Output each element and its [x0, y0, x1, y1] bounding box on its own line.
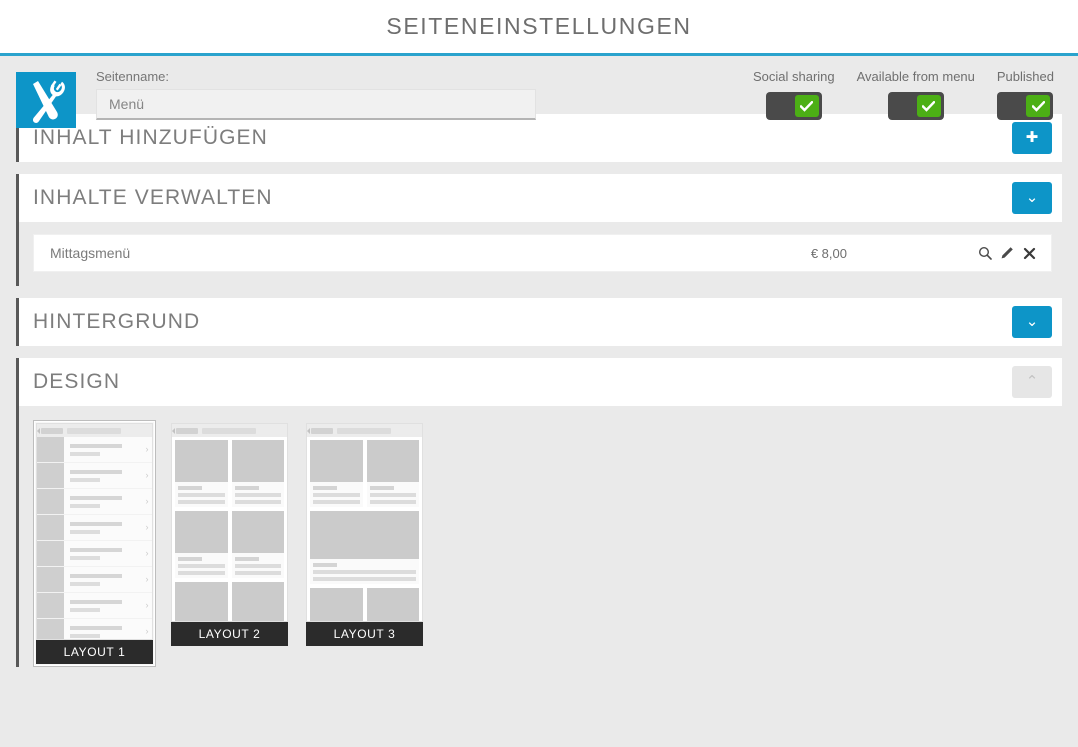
check-icon [916, 95, 941, 117]
content-item-actions [977, 245, 1037, 261]
section-background: HINTERGRUND ⌄ [16, 298, 1062, 346]
layout-thumbnail-list: › › › › › › › › LAYOUT 1 LAYOUT 2 LAYOUT… [19, 406, 1062, 667]
switch-available-from-menu[interactable] [887, 92, 944, 120]
layout-3-label: LAYOUT 3 [306, 622, 423, 646]
list-item: › [37, 567, 152, 593]
list-item: › [37, 489, 152, 515]
preview-icon[interactable] [977, 245, 993, 261]
chevron-right-icon: › [145, 626, 149, 636]
chevron-right-icon: › [145, 548, 149, 558]
knife-fork-icon [16, 72, 76, 128]
add-content-button[interactable]: ✚ [1012, 122, 1052, 154]
back-arrow-icon [307, 427, 333, 434]
list-item: › [37, 463, 152, 489]
page-name-label: Seitenname: [96, 69, 169, 84]
section-header-design[interactable]: DESIGN ⌃ [19, 358, 1062, 406]
edit-icon[interactable] [999, 245, 1015, 261]
chevron-right-icon: › [145, 444, 149, 454]
layout-option-3[interactable]: LAYOUT 3 [303, 420, 426, 667]
mini-title-placeholder [337, 427, 391, 434]
toggle-published: Published [997, 70, 1054, 120]
section-header-background[interactable]: HINTERGRUND ⌄ [19, 298, 1062, 346]
check-icon [1026, 95, 1051, 117]
toggle-label-available-from-menu: Available from menu [856, 69, 975, 84]
list-item: › [37, 515, 152, 541]
toggle-available-from-menu: Available from menu [857, 70, 975, 120]
back-arrow-icon [37, 427, 63, 434]
section-manage-content: INHALTE VERWALTEN ⌄ Mittagsmenü € 8,00 [16, 174, 1062, 286]
list-item: › [37, 541, 152, 567]
list-item: › [37, 619, 152, 639]
back-arrow-icon [172, 427, 198, 434]
page-name-block: Seitenname: [96, 70, 536, 120]
switch-social-sharing[interactable] [765, 92, 822, 120]
section-title-background: HINTERGRUND [33, 310, 201, 333]
layout-3-preview [306, 423, 423, 622]
toggle-group-container: Social sharing Available from menu Publi… [753, 70, 1062, 120]
settings-page: Seitenname: Social sharing Available fro… [0, 56, 1078, 667]
section-design: DESIGN ⌃ › › › › › › › › LAYOUT 1 LAYOUT… [16, 358, 1062, 667]
chevron-right-icon: › [145, 470, 149, 480]
mini-topbar [37, 424, 152, 437]
layout-2-label: LAYOUT 2 [171, 622, 288, 646]
collapse-design-button[interactable]: ⌃ [1012, 366, 1052, 398]
content-item-price: € 8,00 [810, 245, 847, 261]
layout-2-preview [171, 423, 288, 622]
list-item: › [37, 437, 152, 463]
delete-icon[interactable] [1021, 245, 1037, 261]
page-title: SEITENEINSTELLUNGEN [386, 13, 692, 39]
chevron-right-icon: › [145, 574, 149, 584]
toggle-social-sharing: Social sharing [753, 70, 835, 120]
expand-background-button[interactable]: ⌄ [1012, 306, 1052, 338]
content-item-title: Mittagsmenü [50, 245, 131, 261]
toggle-label-published: Published [996, 69, 1054, 84]
table-row[interactable]: Mittagsmenü € 8,00 [33, 234, 1052, 272]
toggle-label-social-sharing: Social sharing [752, 69, 835, 84]
layout-1-preview: › › › › › › › › [36, 423, 153, 640]
chevron-right-icon: › [145, 496, 149, 506]
section-add-content: INHALT HINZUFÜGEN ✚ [16, 114, 1062, 162]
mini-topbar [307, 424, 422, 437]
check-icon [794, 95, 819, 117]
layout-1-label: LAYOUT 1 [36, 640, 153, 664]
list-item: › [37, 593, 152, 619]
chevron-right-icon: › [145, 522, 149, 532]
window-titlebar: SEITENEINSTELLUNGEN [0, 0, 1078, 56]
section-title-design: DESIGN [33, 370, 121, 393]
section-title-add-content: INHALT HINZUFÜGEN [33, 126, 268, 149]
mini-title-placeholder [202, 427, 256, 434]
chevron-right-icon: › [145, 600, 149, 610]
page-name-input[interactable] [96, 89, 536, 120]
section-header-add-content[interactable]: INHALT HINZUFÜGEN ✚ [19, 114, 1062, 162]
layout-option-2[interactable]: LAYOUT 2 [168, 420, 291, 667]
mini-topbar [172, 424, 287, 437]
layout-option-1[interactable]: › › › › › › › › LAYOUT 1 [33, 420, 156, 667]
switch-published[interactable] [997, 92, 1054, 120]
page-header-row: Seitenname: Social sharing Available fro… [0, 56, 1078, 128]
section-header-manage-content[interactable]: INHALTE VERWALTEN ⌄ [19, 174, 1062, 222]
collapse-manage-content-button[interactable]: ⌄ [1012, 182, 1052, 214]
manage-content-body: Mittagsmenü € 8,00 [19, 222, 1062, 286]
section-title-manage-content: INHALTE VERWALTEN [33, 186, 273, 209]
mini-title-placeholder [67, 427, 121, 434]
